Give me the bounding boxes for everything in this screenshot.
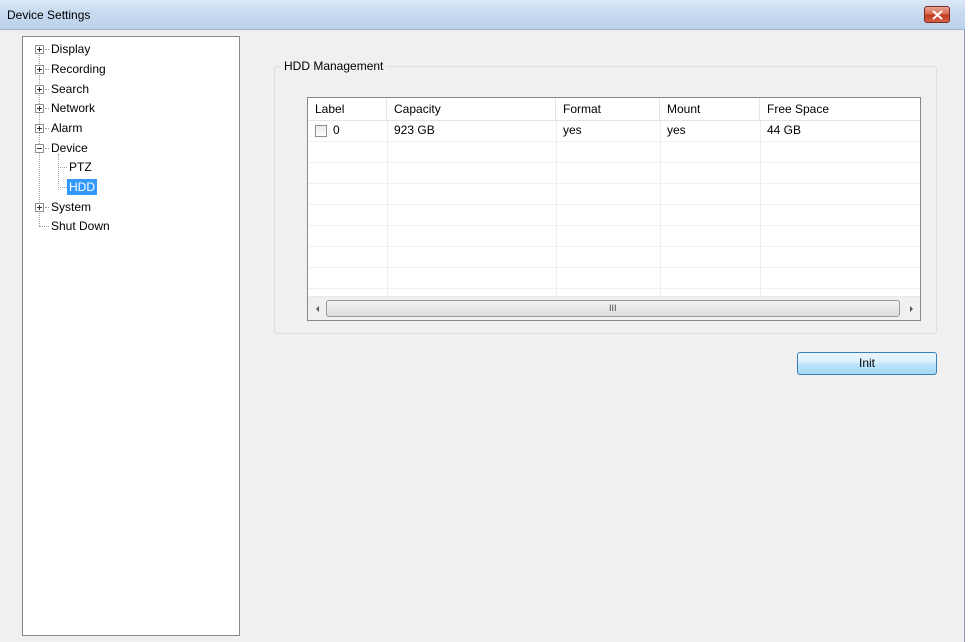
cell-capacity: 923 GB — [394, 123, 435, 137]
horizontal-scrollbar[interactable]: III — [308, 296, 920, 320]
empty-row — [308, 163, 920, 184]
list-header: Label Capacity Format Mount Free Space — [308, 98, 920, 121]
device-settings-window: Device Settings Display Recording Search… — [0, 0, 965, 642]
column-header-free-space[interactable]: Free Space — [760, 98, 920, 121]
expand-icon[interactable] — [35, 104, 44, 113]
window-title: Device Settings — [7, 8, 91, 22]
tree-item-shut-down[interactable]: Shut Down — [23, 218, 239, 234]
tree-item-label: Search — [51, 82, 90, 96]
empty-row — [308, 226, 920, 247]
group-title: HDD Management — [281, 59, 387, 73]
tree-item-search[interactable]: Search — [23, 81, 239, 97]
tree-item-label: PTZ — [69, 160, 92, 174]
table-row[interactable]: 0 923 GB yes yes 44 GB — [308, 121, 920, 142]
close-icon — [932, 10, 943, 20]
cell-format: yes — [563, 123, 582, 137]
tree-item-label: Shut Down — [51, 219, 110, 233]
scrollbar-grip: III — [609, 303, 617, 313]
init-button[interactable]: Init — [797, 352, 937, 375]
empty-row — [308, 184, 920, 205]
tree-item-network[interactable]: Network — [23, 100, 239, 116]
empty-row — [308, 205, 920, 226]
tree-item-recording[interactable]: Recording — [23, 61, 239, 77]
settings-tree[interactable]: Display Recording Search Network Alarm D… — [22, 36, 240, 636]
tree-item-label: Recording — [51, 62, 106, 76]
tree-item-label: Network — [51, 101, 96, 115]
tree-item-label: Alarm — [51, 121, 83, 135]
tree-item-system[interactable]: System — [23, 199, 239, 215]
tree-item-hdd[interactable]: HDD — [23, 179, 239, 195]
tree-item-label: HDD — [67, 179, 97, 195]
tree-item-display[interactable]: Display — [23, 41, 239, 57]
expand-icon[interactable] — [35, 124, 44, 133]
column-header-capacity[interactable]: Capacity — [387, 98, 556, 121]
expand-icon[interactable] — [35, 203, 44, 212]
empty-row — [308, 247, 920, 268]
expand-icon[interactable] — [35, 85, 44, 94]
tree-item-ptz[interactable]: PTZ — [23, 159, 239, 175]
tree-item-label: Display — [51, 42, 91, 56]
column-header-mount[interactable]: Mount — [660, 98, 760, 121]
tree-item-alarm[interactable]: Alarm — [23, 120, 239, 136]
column-header-format[interactable]: Format — [556, 98, 660, 121]
scrollbar-thumb[interactable]: III — [326, 300, 900, 317]
hdd-list[interactable]: Label Capacity Format Mount Free Space 0… — [307, 97, 921, 321]
cell-free-space: 44 GB — [767, 123, 802, 137]
empty-row — [308, 268, 920, 289]
column-header-label[interactable]: Label — [308, 98, 387, 121]
tree-item-label: Device — [51, 141, 88, 155]
empty-row — [308, 142, 920, 163]
collapse-icon[interactable] — [35, 144, 44, 153]
tree-item-device[interactable]: Device — [23, 140, 239, 156]
cell-mount: yes — [667, 123, 686, 137]
scroll-left-icon[interactable] — [311, 302, 325, 316]
expand-icon[interactable] — [35, 45, 44, 54]
expand-icon[interactable] — [35, 65, 44, 74]
scroll-right-icon[interactable] — [904, 302, 918, 316]
cell-label: 0 — [333, 123, 340, 137]
close-button[interactable] — [924, 6, 950, 23]
title-bar[interactable]: Device Settings — [0, 0, 965, 30]
tree-item-label: System — [51, 200, 92, 214]
